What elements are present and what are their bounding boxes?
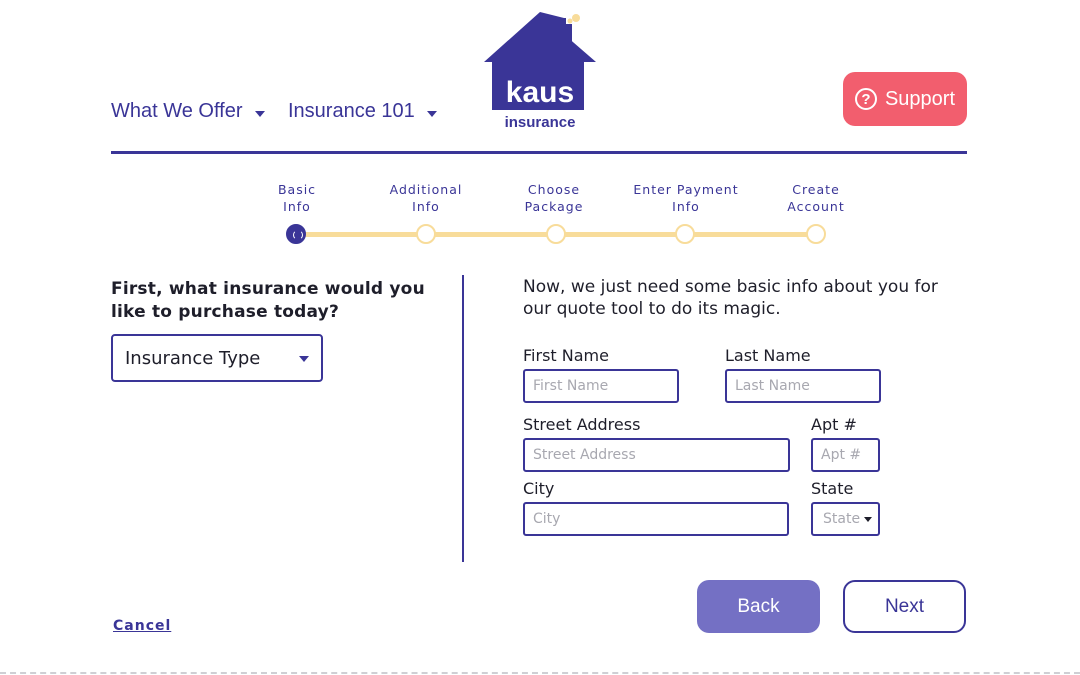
next-button[interactable]: Next xyxy=(843,580,966,633)
nav-what-we-offer-label: What We Offer xyxy=(111,100,243,122)
insurance-question: First, what insurance would you like to … xyxy=(111,279,425,322)
support-button[interactable]: ? Support xyxy=(843,72,967,126)
step-label-additional-info: Additional Info xyxy=(389,182,463,214)
page-edge-divider xyxy=(0,672,1080,674)
apt-label: Apt # xyxy=(811,415,857,434)
step-label-enter-payment-info: Enter Payment Info xyxy=(633,182,739,214)
last-name-field[interactable] xyxy=(725,369,881,403)
step-label-create-account: Create Account xyxy=(787,182,845,214)
nav-insurance-101[interactable]: Insurance 101 xyxy=(288,100,437,123)
insurance-type-value: Insurance Type xyxy=(125,347,261,369)
chevron-down-icon xyxy=(254,110,265,117)
logo-name: kaus xyxy=(506,76,574,109)
state-select-value: State xyxy=(823,511,861,527)
chevron-down-icon xyxy=(299,356,309,362)
step-label-choose-package: Choose Package xyxy=(524,182,584,214)
column-divider xyxy=(462,275,464,562)
cancel-link[interactable]: Cancel xyxy=(113,618,171,634)
header-divider xyxy=(111,151,967,154)
first-name-field[interactable] xyxy=(523,369,679,403)
step-dot-create-account[interactable] xyxy=(806,224,826,244)
kaus-logo[interactable]: kaus insurance xyxy=(484,12,596,132)
city-label: City xyxy=(523,479,555,498)
step-dot-choose-package[interactable] xyxy=(546,224,566,244)
step-dot-basic-info[interactable] xyxy=(286,224,306,244)
question-circle-icon: ? xyxy=(854,88,877,110)
logo-sub: insurance xyxy=(505,114,576,131)
state-select[interactable]: State xyxy=(811,502,880,536)
step-label-basic-info: Basic Info xyxy=(277,182,317,214)
insurance-type-select[interactable]: Insurance Type xyxy=(111,334,323,382)
chevron-down-icon xyxy=(864,516,872,522)
state-label: State xyxy=(811,479,854,498)
first-name-label: First Name xyxy=(523,346,609,365)
street-address-field[interactable] xyxy=(523,438,790,472)
support-label: Support xyxy=(884,87,956,110)
back-button[interactable]: Back xyxy=(697,580,820,633)
last-name-label: Last Name xyxy=(725,346,811,365)
nav-what-we-offer[interactable]: What We Offer xyxy=(111,100,265,123)
city-field[interactable] xyxy=(523,502,789,536)
apt-field[interactable] xyxy=(811,438,880,472)
house-logo-icon: kaus insurance xyxy=(484,12,596,131)
step-dot-enter-payment-info[interactable] xyxy=(675,224,695,244)
nav-insurance-101-label: Insurance 101 xyxy=(288,100,415,122)
chevron-down-icon xyxy=(426,110,437,117)
step-dot-additional-info[interactable] xyxy=(416,224,436,244)
street-address-label: Street Address xyxy=(523,415,641,434)
basic-info-intro: Now, we just need some basic info about … xyxy=(523,277,938,319)
